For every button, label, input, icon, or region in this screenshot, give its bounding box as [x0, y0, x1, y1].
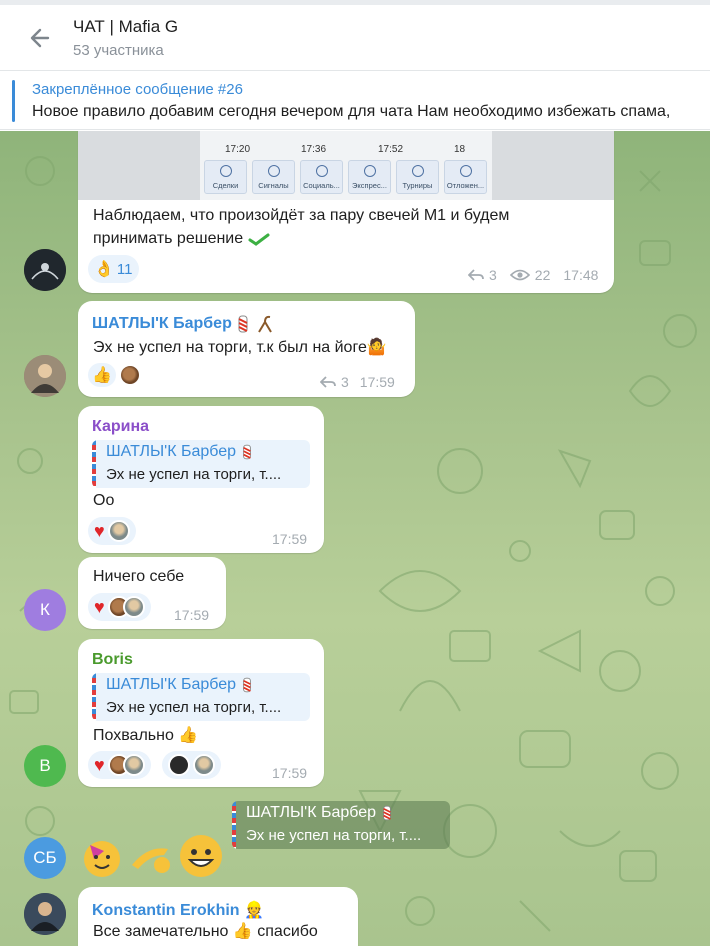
heart-icon: ♥	[94, 521, 105, 541]
trading-app-toolbar: 17:20 17:36 17:52 18 Сделки Сигналы Соци…	[200, 131, 492, 200]
author-name[interactable]: Карина	[92, 418, 149, 436]
user-avatar-icon	[122, 596, 145, 618]
checkmark-emoji-icon	[248, 233, 270, 246]
thumbs-up-icon: 👍	[178, 727, 199, 744]
message-meta: 3 17:59	[320, 374, 395, 390]
time-tick: 17:36	[301, 144, 327, 155]
reactions[interactable]: ♥	[88, 517, 136, 545]
message-meta: 3 22 17:48	[468, 267, 598, 283]
reply-author: ШАТЛЫ'К Барбер	[106, 443, 253, 461]
message-text: Похвально 👍	[93, 727, 199, 744]
party-face-emoji-icon	[80, 835, 124, 879]
avatar[interactable]	[24, 893, 66, 935]
message-time: 17:59	[272, 531, 308, 547]
toolbar-tab: Турниры	[396, 160, 439, 194]
views-eye-icon	[509, 269, 530, 281]
message-time: 17:59	[359, 374, 395, 390]
time-tick: 17:52	[378, 144, 404, 155]
barber-pole-icon	[242, 444, 251, 460]
reaction-ok[interactable]: 👌 11	[88, 255, 139, 283]
pinned-indicator	[12, 80, 15, 122]
member-count: 53 участника	[73, 42, 164, 59]
author-name[interactable]: Boris	[92, 651, 133, 669]
cat-sticker-icon	[168, 754, 190, 776]
reply-count: 3	[341, 374, 349, 390]
barber-pole-icon	[382, 805, 391, 821]
reply-preview[interactable]: ШАТЛЫ'К Барбер Эх не успел на торги, т..…	[92, 440, 310, 488]
toolbar-tab: Сигналы	[252, 160, 295, 194]
dark-avatar-icon	[24, 249, 66, 291]
time-tick: 17:20	[225, 144, 251, 155]
message-time: 17:59	[174, 607, 210, 623]
grinning-face-emoji-icon	[178, 833, 222, 877]
reply-text: Эх не успел на торги, т....	[106, 466, 282, 483]
message-text: Наблюдаем, что произойдёт за пару свечей…	[93, 207, 510, 224]
reactions[interactable]: 👍	[88, 361, 141, 389]
reply-text: Эх не успел на торги, т....	[246, 827, 422, 844]
message-time: 17:48	[563, 267, 599, 283]
pinned-title: Закреплённое сообщение #26	[32, 81, 243, 98]
reply-count: 3	[489, 267, 497, 283]
ok-hand-icon: 👌	[94, 261, 114, 278]
view-count: 22	[534, 267, 551, 283]
message-time: 17:59	[272, 765, 308, 781]
user-avatar-icon	[193, 754, 215, 776]
chat-title[interactable]: ЧАТ | Mafia G	[73, 17, 178, 37]
message-text: Эх не успел на торги, т.к был на йоге🤷	[93, 339, 387, 356]
heart-icon: ♥	[94, 755, 105, 775]
bear-avatar-icon	[118, 364, 141, 386]
reply-preview[interactable]: ШАТЛЫ'К Барбер Эх не успел на торги, т..…	[92, 673, 310, 721]
chat-header: ЧАТ | Mafia G 53 участника	[0, 5, 710, 71]
person-emoji-icon: 🤷	[366, 339, 387, 356]
thumbs-up-icon: 👍	[88, 363, 116, 387]
reply-text: Эх не успел на торги, т....	[106, 699, 282, 716]
pinned-message-bar[interactable]: Закреплённое сообщение #26 Новое правило…	[0, 72, 710, 130]
user-avatar-icon	[107, 520, 130, 542]
author-name[interactable]: ШАТЛЫ'К Барбер	[92, 314, 275, 334]
toolbar-tab: Социаль...	[300, 160, 343, 194]
reactions[interactable]: ♥	[88, 593, 151, 621]
reply-arrow-icon[interactable]	[468, 269, 484, 281]
avatar[interactable]: К	[24, 589, 66, 631]
avatar[interactable]: СБ	[24, 837, 66, 879]
reply-arrow-icon[interactable]	[320, 376, 336, 388]
scorpion-icon	[257, 315, 272, 333]
barber-pole-icon	[238, 315, 248, 333]
screenshot-preview[interactable]: 17:20 17:36 17:52 18 Сделки Сигналы Соци…	[78, 131, 614, 200]
author-name[interactable]: Konstantin Erokhin 👷	[92, 900, 264, 920]
reply-author: ШАТЛЫ'К Барбер	[106, 676, 253, 694]
message-text: Ничего себе	[93, 568, 185, 585]
man-avatar-icon	[24, 355, 66, 397]
man-avatar-icon	[24, 893, 66, 935]
chat-area[interactable]: 17:20 17:36 17:52 18 Сделки Сигналы Соци…	[0, 131, 710, 946]
reply-author: ШАТЛЫ'К Барбер	[246, 804, 393, 822]
time-tick: 18	[454, 144, 466, 155]
reactions[interactable]: ♥	[88, 751, 151, 779]
back-arrow-icon[interactable]	[26, 25, 56, 51]
reply-preview[interactable]: ШАТЛЫ'К Барбер Эх не успел на торги, т..…	[232, 801, 450, 849]
thumbs-up-icon: 👍	[232, 923, 253, 940]
avatar[interactable]	[24, 355, 66, 397]
toolbar-tab: Отложен...	[444, 160, 487, 194]
toolbar-tab: Экспрес...	[348, 160, 391, 194]
message-text: принимать решение	[93, 230, 270, 248]
avatar[interactable]	[24, 249, 66, 291]
message-text: Все замечательно 👍 спасибо	[93, 923, 318, 940]
message-text: Оо	[93, 492, 115, 509]
reactions[interactable]	[162, 751, 221, 779]
person-emoji-icon: 👷	[244, 902, 264, 919]
user-avatar-icon	[122, 754, 145, 776]
pinned-text: Новое правило добавим сегодня вечером дл…	[32, 103, 671, 120]
toolbar-tab: Сделки	[204, 160, 247, 194]
pointing-hand-emoji-icon	[128, 835, 172, 879]
avatar[interactable]: B	[24, 745, 66, 787]
heart-icon: ♥	[94, 597, 105, 617]
barber-pole-icon	[242, 677, 251, 693]
reaction-count: 11	[116, 260, 133, 278]
